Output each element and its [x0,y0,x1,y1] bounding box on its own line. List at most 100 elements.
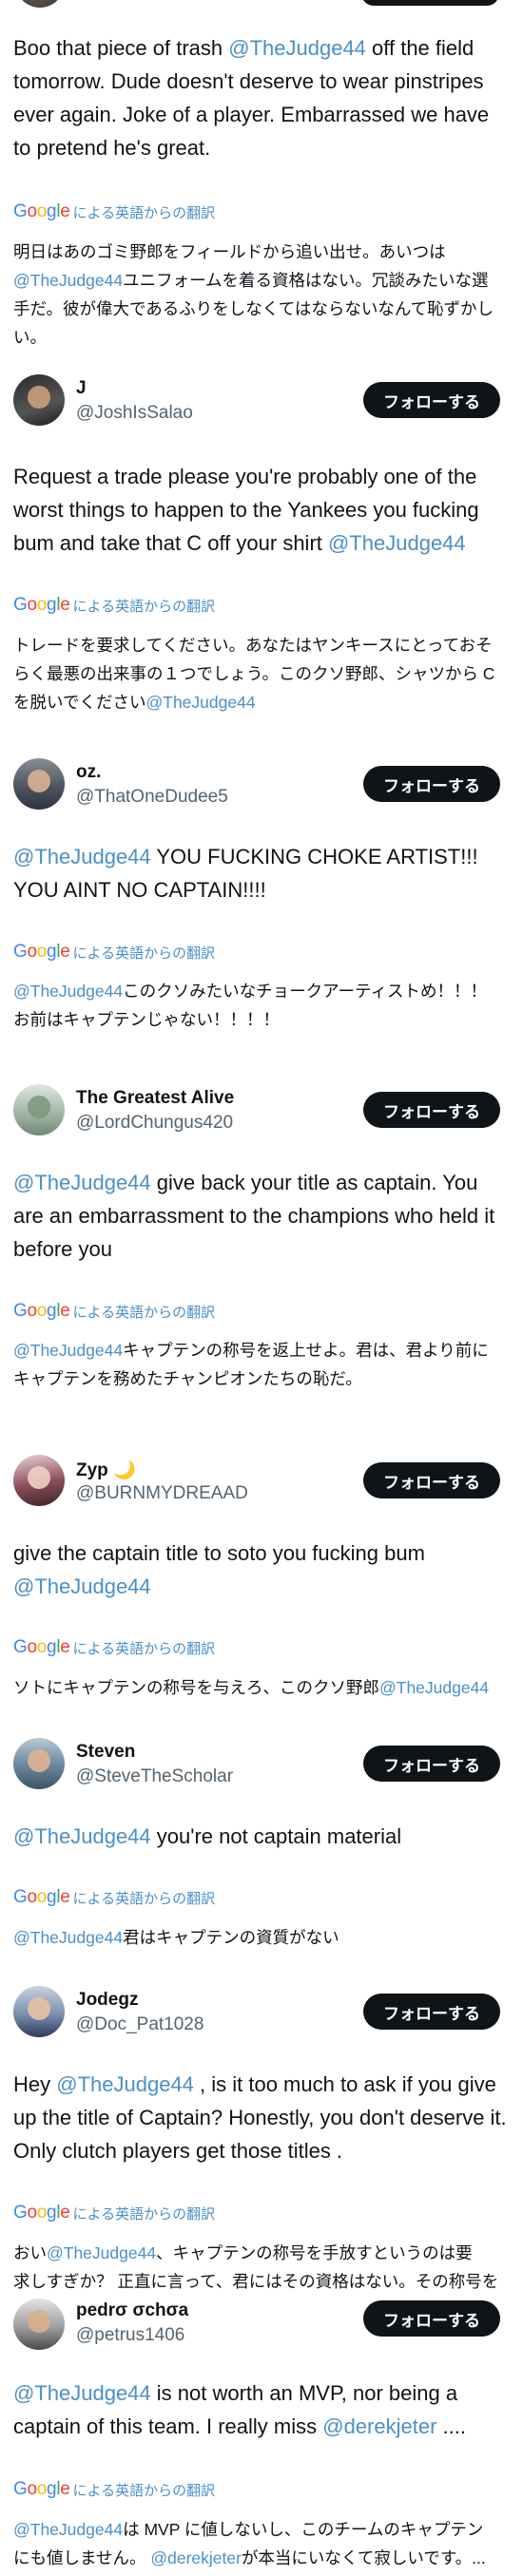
tweet-text-part: you're not captain material [150,1824,402,1848]
translated-line: らく最悪の出来事の１つでしょう。このクソ野郎、シャツから C [13,664,495,683]
display-name[interactable]: The Greatest Alive [76,1088,234,1109]
display-name[interactable]: J [76,378,87,399]
translated-line: トレードを要求してください。あなたはヤンキースにとっておそ [13,636,493,655]
follow-button[interactable]: フォローする [363,1462,500,1498]
translation-note[interactable]: による英語からの翻訳 [73,1888,216,1908]
user-handle[interactable]: @JoshIsSalao [76,403,193,424]
display-name[interactable]: Steven [76,1742,135,1763]
follow-button[interactable]: フォローする [363,2300,500,2337]
mention-link[interactable]: @TheJudge44 [379,1678,489,1697]
translated-text: @TheJudge44君はキャプテンの資質がない [13,1923,512,1952]
mention-link[interactable]: @TheJudge44 [47,2243,156,2262]
translation-attribution: Google による英語からの翻訳 [13,2479,215,2500]
translation-note[interactable]: による英語からの翻訳 [73,596,216,616]
translated-text: @TheJudge44キャプテンの称号を返上せよ。君は、君より前に キャプテンを… [13,1336,512,1393]
tweet-header: pedrσ σchσa @petrus1406 フォローする [0,2293,523,2356]
mention-link[interactable]: @TheJudge44 [13,1341,123,1360]
google-logo: Google [13,595,70,615]
user-handle[interactable]: @Doc_Pat1028 [76,2014,203,2035]
mention-link[interactable]: @TheJudge44 [13,1171,151,1194]
mention-link[interactable]: @TheJudge44 [228,36,366,60]
google-logo: Google [13,1887,70,1907]
translation-attribution: Google による英語からの翻訳 [13,2203,215,2223]
translation-note[interactable]: による英語からの翻訳 [73,202,216,222]
translated-line-part: は MVP に値しないし、このチームのキャプテン [123,2520,484,2539]
user-handle[interactable]: @ThatOneDudee5 [76,787,228,808]
tweet-header: oz. @ThatOneDudee5 フォローする [0,753,523,815]
mention-link[interactable]: @TheJudge44 [13,271,123,290]
translated-line-part: ユニフォームを着る資格はない。冗談みたいな選 [123,271,489,290]
translation-note[interactable]: による英語からの翻訳 [73,2480,216,2500]
translation-note[interactable]: による英語からの翻訳 [73,1302,216,1322]
translated-line: おい@TheJudge44、キャプテンの称号を手放すというのは要 [13,2239,512,2267]
avatar[interactable] [13,1986,65,2037]
avatar[interactable] [13,1084,65,1135]
follow-button[interactable]: フォローする [363,1092,500,1128]
mention-link[interactable]: @TheJudge44 [328,531,466,555]
mention-link[interactable]: @TheJudge44 [56,2072,194,2096]
mention-link[interactable]: @TheJudge44 [13,2381,151,2405]
translated-text: ソトにキャプテンの称号を与えろ、このクソ野郎@TheJudge44 [13,1673,512,1702]
display-name[interactable]: Jodegz [76,1990,138,2011]
avatar[interactable] [13,374,65,426]
mention-link[interactable]: @derekjeter [322,2414,436,2438]
user-handle[interactable]: @LordChungus420 [76,1113,233,1134]
tweet-header: Steven @SteveTheScholar フォローする [0,1732,523,1795]
google-logo: Google [13,1301,70,1321]
translated-line: キャプテンを務めたチャンピオンたちの恥だ。 [13,1369,362,1388]
follow-button[interactable]: フォローする [363,382,500,418]
display-name[interactable]: Zyp 🌙 [76,1459,136,1481]
translated-line: を脱いでください@TheJudge44 [13,688,512,716]
translated-line-part: を脱いでください [13,693,146,712]
translated-line: @TheJudge44は MVP に値しないし、このチームのキャプテン [13,2515,512,2544]
follow-button[interactable]: フォローする [363,766,500,802]
mention-link[interactable]: @TheJudge44 [13,1824,151,1848]
translation-attribution: Google による英語からの翻訳 [13,201,215,222]
translated-line: 求しすぎか？ 正直に言って、君にはその資格はない。その称号を [13,2272,499,2291]
avatar[interactable] [13,1738,65,1789]
google-logo: Google [13,1637,70,1657]
follow-button[interactable] [361,0,499,6]
display-name[interactable]: oz. [76,762,101,783]
avatar[interactable] [15,0,65,8]
user-handle[interactable]: @SteveTheScholar [76,1766,233,1787]
user-handle[interactable]: @petrus1406 [76,2325,184,2346]
translated-text: トレードを要求してください。あなたはヤンキースにとっておそ らく最悪の出来事の１… [13,631,512,716]
translated-line-part: 、キャプテンの称号を手放すというのは要 [156,2243,473,2262]
tweet-text: Hey @TheJudge44 , is it too much to ask … [13,2068,510,2167]
google-logo: Google [13,201,70,221]
translated-line: @TheJudge44このクソみたいなチョークアーティストめ！！！ [13,977,512,1005]
mention-link[interactable]: @TheJudge44 [13,982,123,1001]
mention-link[interactable]: @derekjeter [150,2548,242,2567]
translated-line: @TheJudge44ユニフォームを着る資格はない。冗談みたいな選 [13,266,512,295]
follow-button[interactable]: フォローする [363,1746,500,1782]
translated-text: @TheJudge44このクソみたいなチョークアーティストめ！！！ お前はキャプ… [13,977,512,1034]
mention-link[interactable]: @TheJudge44 [13,1574,151,1598]
avatar[interactable] [13,758,65,810]
avatar[interactable] [13,2299,65,2350]
tweet-text: @TheJudge44 give back your title as capt… [13,1166,510,1266]
display-name[interactable]: pedrσ σchσa [76,2300,188,2321]
tweet-text-part: Hey [13,2072,57,2096]
mention-link[interactable]: @TheJudge44 [145,693,255,712]
tweet-text: Boo that piece of trash @TheJudge44 off … [13,31,510,164]
tweet-header: Jodegz @Doc_Pat1028 フォローする [0,1980,523,2043]
translated-line-part: が本当にいなくて寂しいです。... [241,2548,486,2567]
translated-line: 明日はあのゴミ野郎をフィールドから追い出せ。あいつは [13,242,446,261]
mention-link[interactable]: @TheJudge44 [13,2520,123,2539]
follow-button[interactable]: フォローする [363,1994,500,2030]
translation-attribution: Google による英語からの翻訳 [13,595,215,616]
translation-note[interactable]: による英語からの翻訳 [73,1638,216,1658]
user-handle[interactable]: @BURNMYDREAAD [76,1483,248,1504]
translation-note[interactable]: による英語からの翻訳 [73,2204,216,2223]
mention-link[interactable]: @TheJudge44 [13,1928,123,1947]
translation-note[interactable]: による英語からの翻訳 [73,943,216,963]
translated-text: @TheJudge44は MVP に値しないし、このチームのキャプテン にも値し… [13,2515,512,2572]
translation-attribution: Google による英語からの翻訳 [13,1301,215,1322]
translated-line: お前はキャプテンじゃない！！！！ [13,1010,280,1029]
mention-link[interactable]: @TheJudge44 [13,845,151,868]
translated-line: @TheJudge44君はキャプテンの資質がない [13,1923,512,1952]
google-logo: Google [13,942,70,962]
tweet-text-part: give the captain title to soto you fucki… [13,1541,425,1565]
avatar[interactable] [13,1455,65,1506]
